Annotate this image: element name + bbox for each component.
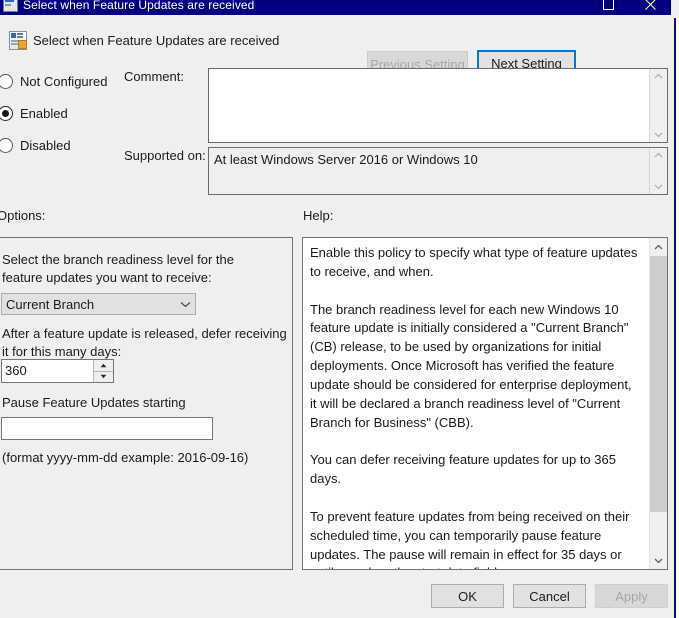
chevron-up-icon[interactable] — [650, 238, 667, 255]
help-scrollbar[interactable] — [649, 238, 667, 569]
chevron-down-icon[interactable] — [650, 552, 667, 569]
radio-label: Enabled — [20, 105, 68, 121]
options-heading: Options: — [0, 208, 46, 223]
comment-label: Comment: — [124, 69, 184, 84]
radio-label: Disabled — [20, 137, 71, 153]
spinner-down-icon[interactable] — [94, 371, 113, 382]
title-bar: Select when Feature Updates are received — [0, 0, 671, 15]
stepper-buttons[interactable] — [93, 360, 113, 382]
supported-on-box: At least Windows Server 2016 or Windows … — [208, 147, 668, 195]
defer-days-label: After a feature update is released, defe… — [2, 326, 287, 359]
comment-textarea[interactable] — [208, 68, 668, 143]
chevron-up-icon[interactable] — [650, 148, 667, 162]
branch-readiness-select[interactable]: Current Branch — [1, 293, 196, 315]
help-heading: Help: — [303, 208, 334, 223]
radio-not-configured[interactable]: Not Configured — [0, 70, 107, 92]
policy-setting-icon — [2, 0, 18, 12]
defer-days-stepper[interactable]: 360 — [1, 359, 114, 383]
date-format-hint: (format yyyy-mm-dd example: 2016-09-16) — [2, 450, 249, 465]
radio-label: Not Configured — [20, 73, 108, 89]
radio-circle-icon — [0, 137, 13, 153]
policy-setting-dialog: Select when Feature Updates are received… — [0, 0, 679, 618]
help-panel: Enable this policy to specify what type … — [302, 237, 668, 570]
spinner-up-icon[interactable] — [94, 360, 113, 372]
options-panel: Select the branch readiness level for th… — [0, 237, 293, 570]
maximize-icon[interactable] — [587, 0, 629, 15]
radio-enabled[interactable]: Enabled — [0, 102, 107, 124]
window-title: Select when Feature Updates are received — [23, 0, 255, 12]
help-text: Enable this policy to specify what type … — [310, 245, 638, 569]
state-radio-group: Not Configured Enabled Disabled — [0, 70, 107, 156]
supported-on-value: At least Windows Server 2016 or Windows … — [214, 152, 478, 167]
comment-scrollbar[interactable] — [649, 69, 667, 142]
window-border-right — [674, 18, 676, 618]
radio-circle-selected-icon — [0, 105, 13, 121]
cancel-button[interactable]: Cancel — [513, 584, 586, 608]
pause-date-input[interactable] — [1, 417, 213, 440]
comment-value — [209, 69, 649, 142]
supported-on-scrollbar[interactable] — [649, 148, 667, 194]
radio-circle-icon — [0, 73, 13, 89]
setting-header: Select when Feature Updates are received… — [0, 21, 679, 77]
defer-days-value[interactable]: 360 — [2, 360, 93, 382]
supported-on-label: Supported on: — [124, 148, 206, 163]
chevron-down-icon[interactable] — [650, 180, 667, 194]
chevron-up-icon[interactable] — [650, 69, 667, 83]
chevron-down-icon — [175, 301, 195, 308]
chevron-down-icon[interactable] — [650, 128, 667, 142]
policy-setting-icon — [9, 31, 27, 50]
branch-readiness-label: Select the branch readiness level for th… — [2, 252, 234, 285]
page-title: Select when Feature Updates are received — [33, 33, 280, 48]
ok-button[interactable]: OK — [431, 584, 504, 608]
radio-disabled[interactable]: Disabled — [0, 134, 107, 156]
close-icon[interactable] — [629, 0, 671, 15]
scrollbar-thumb[interactable] — [650, 256, 667, 512]
apply-button[interactable]: Apply — [595, 584, 668, 608]
branch-readiness-value: Current Branch — [6, 296, 95, 312]
pause-updates-label: Pause Feature Updates starting — [2, 395, 186, 410]
